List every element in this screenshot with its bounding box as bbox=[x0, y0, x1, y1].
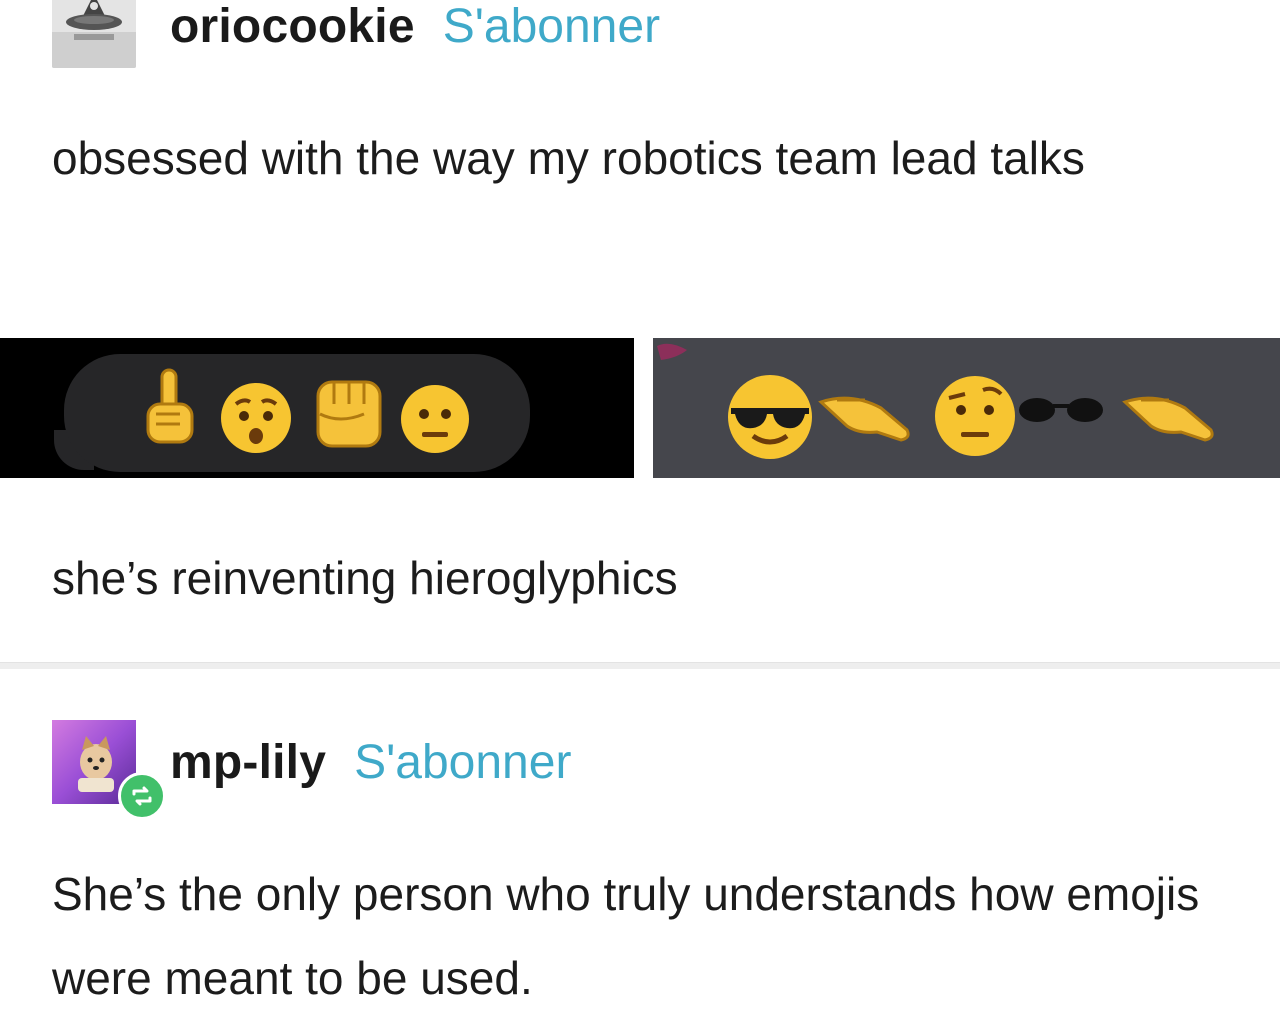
post-header: mp-lily S'abonner bbox=[52, 720, 571, 820]
avatar-oriocookie[interactable] bbox=[52, 0, 136, 68]
post-text: she’s reinventing hieroglyphics bbox=[52, 552, 678, 604]
index-pointing-up-emoji-icon bbox=[146, 368, 194, 444]
alien-ship-avatar-icon bbox=[52, 0, 136, 68]
pinching-hand-emoji-icon bbox=[818, 396, 910, 442]
follow-button[interactable]: S'abonner bbox=[443, 0, 660, 54]
sunglasses-emoji-icon bbox=[1019, 398, 1103, 422]
raised-fist-emoji-icon bbox=[316, 380, 382, 448]
anxious-face-emoji-icon bbox=[221, 383, 291, 453]
avatar-mp-lily[interactable] bbox=[52, 720, 166, 820]
username[interactable]: oriocookie bbox=[170, 0, 415, 54]
post-text: She’s the only person who truly understa… bbox=[52, 868, 1200, 1004]
sunglasses-face-emoji-icon bbox=[728, 375, 812, 459]
username[interactable]: mp-lily bbox=[170, 735, 326, 790]
sticker-fragment-icon bbox=[657, 343, 687, 360]
post-mp-lily: mp-lily S'abonner She’s the only person … bbox=[0, 668, 1280, 1010]
reblog-icon bbox=[118, 772, 166, 820]
follow-button[interactable]: S'abonner bbox=[354, 735, 571, 790]
neutral-face-emoji-icon bbox=[401, 385, 469, 453]
raised-eyebrow-face-emoji-icon bbox=[935, 376, 1015, 456]
post-header: oriocookie S'abonner bbox=[52, 0, 660, 68]
screenshot-image-right bbox=[653, 338, 1280, 478]
post-oriocookie: oriocookie S'abonner obsessed with the w… bbox=[0, 0, 1280, 662]
screenshot-image-left bbox=[0, 338, 634, 478]
pinching-hand-emoji-icon bbox=[1122, 396, 1214, 442]
post-text: obsessed with the way my robotics team l… bbox=[52, 132, 1085, 184]
